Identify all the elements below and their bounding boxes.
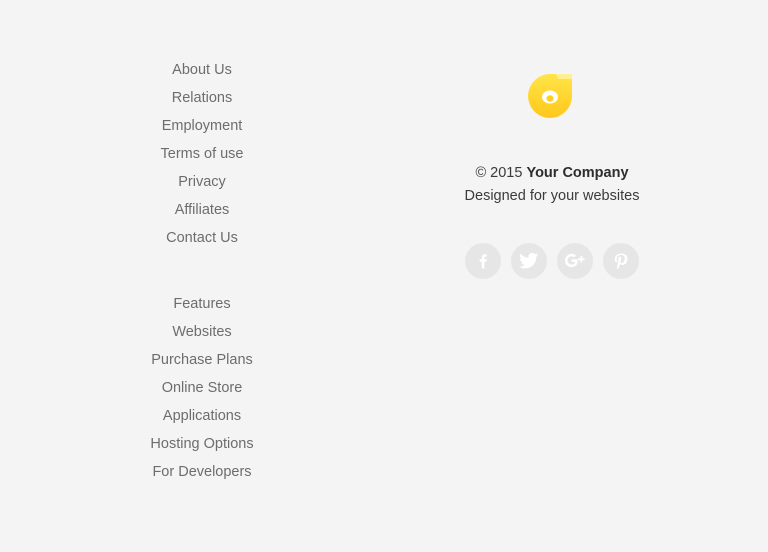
hosting-options-link[interactable]: Hosting Options (150, 436, 253, 452)
relations-link[interactable]: Relations (172, 90, 232, 106)
for-developers-link[interactable]: For Developers (152, 464, 251, 480)
applications-link[interactable]: Applications (163, 408, 241, 424)
footer-link-item: Contact Us (102, 226, 302, 254)
pinterest-button[interactable] (603, 243, 639, 279)
copyright-line: © 2015 Your Company (402, 162, 702, 185)
facebook-icon (479, 254, 487, 269)
footer-link-item: Employment (102, 114, 302, 142)
company-links-list: About Us Relations Employment Terms of u… (102, 58, 302, 254)
terms-of-use-link[interactable]: Terms of use (161, 146, 244, 162)
social-links (465, 243, 639, 279)
twitter-button[interactable] (511, 243, 547, 279)
employment-link[interactable]: Employment (162, 118, 243, 134)
product-links: Features Websites Purchase Plans Online … (102, 292, 302, 488)
privacy-link[interactable]: Privacy (178, 174, 226, 190)
features-link[interactable]: Features (173, 296, 230, 312)
footer-link-item: Relations (102, 86, 302, 114)
footer-link-item: Purchase Plans (102, 348, 302, 376)
twitter-icon (519, 252, 539, 269)
pinterest-icon (614, 253, 628, 270)
contact-us-link[interactable]: Contact Us (166, 230, 238, 246)
product-links-list: Features Websites Purchase Plans Online … (102, 292, 302, 488)
brand-block: © 2015 Your Company Designed for your we… (402, 70, 702, 208)
footer-link-item: Terms of use (102, 142, 302, 170)
footer-link-item: For Developers (102, 460, 302, 488)
company-name: Your Company (526, 165, 629, 181)
footer-link-item: Privacy (102, 170, 302, 198)
affiliates-link[interactable]: Affiliates (175, 202, 230, 218)
footer-link-item: Affiliates (102, 198, 302, 226)
footer-link-item: Features (102, 292, 302, 320)
copyright-year: © 2015 (475, 165, 523, 181)
footer-link-item: Online Store (102, 376, 302, 404)
online-store-link[interactable]: Online Store (162, 380, 243, 396)
footer-link-item: Applications (102, 404, 302, 432)
yellow-ring-logo-icon (528, 74, 572, 118)
about-us-link[interactable]: About Us (172, 62, 232, 78)
websites-link[interactable]: Websites (172, 324, 231, 340)
purchase-plans-link[interactable]: Purchase Plans (151, 352, 253, 368)
tagline: Designed for your websites (464, 188, 640, 204)
footer-link-item: Hosting Options (102, 432, 302, 460)
google-plus-button[interactable] (557, 243, 593, 279)
footer-link-item: About Us (102, 58, 302, 86)
google-plus-icon (565, 253, 585, 268)
facebook-button[interactable] (465, 243, 501, 279)
footer-link-item: Websites (102, 320, 302, 348)
company-links: About Us Relations Employment Terms of u… (102, 58, 302, 254)
